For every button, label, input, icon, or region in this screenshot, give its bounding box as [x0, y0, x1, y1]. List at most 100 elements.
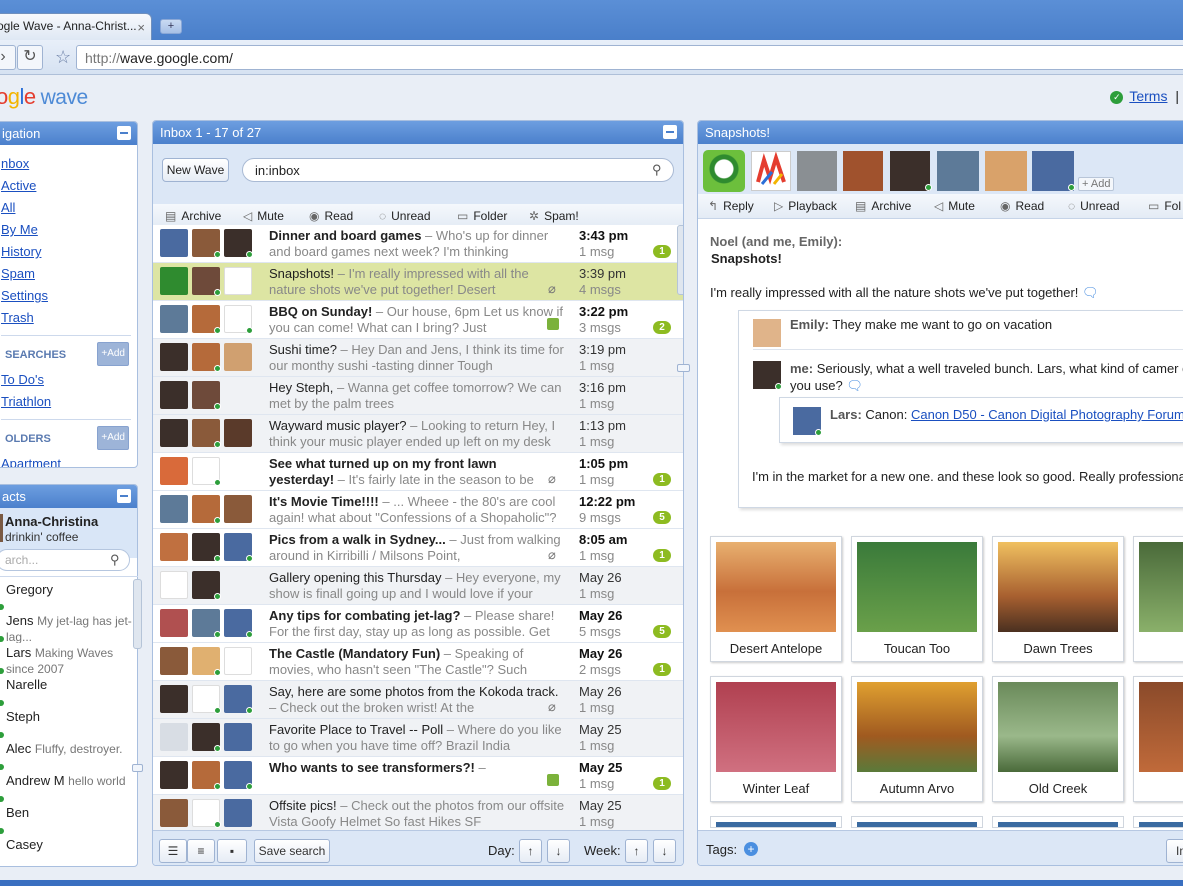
wave-list-item[interactable]: Snapshots! – I'm really impressed with a…	[153, 263, 683, 301]
participant-avatar[interactable]	[797, 151, 837, 191]
bookmark-star-icon[interactable]: ☆	[55, 47, 71, 68]
week-down-icon[interactable]: ↓	[653, 839, 676, 863]
add-folder-button[interactable]: +Add	[97, 426, 129, 450]
photo-thumbnail[interactable]: Old Creek	[992, 676, 1124, 802]
wave-list-item[interactable]: It's Movie Time!!!! – ... Wheee - the 80…	[153, 491, 683, 529]
wave-list-item[interactable]: Pics from a walk in Sydney... – Just fro…	[153, 529, 683, 567]
photo-thumbnail[interactable]: Toucan Too	[851, 536, 983, 662]
participant-avatar[interactable]	[985, 151, 1027, 191]
photo-thumbnail[interactable]	[992, 816, 1124, 828]
contact-item[interactable]: Steph	[6, 709, 40, 724]
google-wave-logo[interactable]: ogle wave	[0, 84, 88, 110]
panel-resize-handle[interactable]	[132, 764, 143, 772]
week-up-icon[interactable]: ↑	[625, 839, 648, 863]
reply-bubble-icon[interactable]: 🗨	[846, 378, 863, 393]
nav-history[interactable]: History	[1, 241, 137, 263]
search-todos[interactable]: To Do's	[1, 369, 137, 391]
wave-list-item[interactable]: Favorite Place to Travel -- Poll – Where…	[153, 719, 683, 757]
unread-button[interactable]: ◌ Unread	[379, 209, 431, 223]
preview-view-icon[interactable]: ▪	[217, 839, 247, 863]
wave-list-item[interactable]: Wayward music player? – Looking to retur…	[153, 415, 683, 453]
unread-button[interactable]: ◌ Unread	[1068, 199, 1120, 213]
read-button[interactable]: ◉ Read	[1000, 199, 1044, 213]
wave-list-item[interactable]: Dinner and board games – Who's up for di…	[153, 225, 683, 263]
day-down-icon[interactable]: ↓	[547, 839, 570, 863]
minimize-icon[interactable]	[117, 126, 131, 140]
photo-thumbnail[interactable]: W	[1133, 536, 1183, 662]
address-bar[interactable]: http://wave.google.com/	[76, 45, 1183, 70]
canon-forum-link[interactable]: Canon D50 - Canon Digital Photography Fo…	[911, 407, 1183, 422]
close-tab-icon[interactable]: ×	[137, 20, 145, 35]
photo-thumbnail[interactable]: Desert Antelope	[710, 536, 842, 662]
inbox-scrollbar[interactable]	[677, 225, 683, 295]
my-status[interactable]: drinkin' coffee	[5, 530, 137, 544]
photo-thumbnail[interactable]: D	[1133, 676, 1183, 802]
minimize-icon[interactable]	[663, 125, 677, 139]
mute-button[interactable]: ◁ Mute	[934, 199, 975, 213]
archive-button[interactable]: ▤ Archive	[165, 209, 221, 223]
reply-bubble-icon[interactable]: 🗨	[1082, 285, 1099, 300]
contact-item[interactable]: Alec Fluffy, destroyer.	[6, 741, 123, 756]
nav-settings[interactable]: Settings	[1, 285, 137, 307]
reply-button[interactable]: ↰ Reply	[708, 199, 754, 213]
photo-thumbnail[interactable]: Autumn Arvo	[851, 676, 983, 802]
nav-by-me[interactable]: By Me	[1, 219, 137, 241]
archive-button[interactable]: ▤ Archive	[855, 199, 911, 213]
folder-button[interactable]: ▭ Fol	[1148, 199, 1181, 213]
closing-text[interactable]: I'm in the market for a new one. and the…	[752, 469, 1183, 484]
compact-view-icon[interactable]: ≡	[187, 839, 215, 863]
folder-apartment[interactable]: Apartment	[1, 453, 137, 467]
wave-list-item[interactable]: Gallery opening this Thursday – Hey ever…	[153, 567, 683, 605]
nav-all[interactable]: All	[1, 197, 137, 219]
minimize-icon[interactable]	[117, 489, 131, 503]
photo-thumbnail[interactable]	[710, 816, 842, 828]
contacts-scrollbar[interactable]	[133, 579, 142, 649]
contact-item[interactable]: Gregory	[6, 582, 53, 597]
forward-icon[interactable]: ›	[0, 45, 16, 70]
nav-trash[interactable]: Trash	[1, 307, 137, 329]
wave-list-item[interactable]: See what turned up on my front lawn yest…	[153, 453, 683, 491]
photo-thumbnail[interactable]: Dawn Trees	[992, 536, 1124, 662]
new-tab-button[interactable]: +	[160, 19, 182, 34]
participant-avatar[interactable]	[751, 151, 791, 191]
panel-resize-handle[interactable]	[677, 364, 690, 372]
inbox-search-input[interactable]: in:inbox	[242, 158, 674, 182]
day-up-icon[interactable]: ↑	[519, 839, 542, 863]
photo-thumbnail[interactable]	[851, 816, 983, 828]
nav-spam[interactable]: Spam	[1, 263, 137, 285]
wave-robot-avatar[interactable]	[703, 150, 745, 192]
wave-list-item[interactable]: Hey Steph, – Wanna get coffee tomorrow? …	[153, 377, 683, 415]
contact-item[interactable]: Ben	[6, 805, 29, 820]
reply-lars[interactable]: Lars: Canon: Canon D50 - Canon Digital P…	[830, 407, 1183, 422]
reply-emily[interactable]: Emily: They make me want to go on vacati…	[790, 317, 1052, 332]
playback-button[interactable]: ▷ Playback	[774, 199, 837, 213]
list-view-icon[interactable]: ☰	[159, 839, 187, 863]
search-icon[interactable]: ⚲	[652, 162, 662, 178]
mute-button[interactable]: ◁ Mute	[243, 209, 284, 223]
terms-link[interactable]: Terms	[1129, 88, 1167, 104]
wave-list-item[interactable]: Sushi time? – Hey Dan and Jens, I think …	[153, 339, 683, 377]
spam-button[interactable]: ✲ Spam!	[529, 209, 579, 223]
add-participant-button[interactable]: + Add	[1078, 177, 1115, 191]
participant-avatar[interactable]	[843, 151, 883, 191]
photo-thumbnail[interactable]: Winter Leaf	[710, 676, 842, 802]
add-search-button[interactable]: +Add	[97, 342, 129, 366]
new-wave-button[interactable]: New Wave	[162, 158, 229, 182]
wave-list-item[interactable]: Say, here are some photos from the Kokod…	[153, 681, 683, 719]
save-search-button[interactable]: Save search	[254, 839, 330, 863]
contact-item[interactable]: Lars Making Waves since 2007	[6, 645, 134, 677]
wave-list-item[interactable]: The Castle (Mandatory Fun) – Speaking of…	[153, 643, 683, 681]
participant-avatar[interactable]	[937, 151, 979, 191]
contact-item[interactable]: Andrew M hello world	[6, 773, 126, 788]
folder-button[interactable]: ▭ Folder	[457, 209, 507, 223]
reload-icon[interactable]: ↻	[17, 45, 43, 70]
reply-me[interactable]: me: Seriously, what a well traveled bunc…	[790, 360, 1183, 394]
wave-list-item[interactable]: Who wants to see transformers?! – May 25 1…	[153, 757, 683, 795]
participant-avatar[interactable]	[890, 151, 930, 191]
read-button[interactable]: ◉ Read	[309, 209, 353, 223]
wave-list-item[interactable]: Any tips for combating jet-lag? – Please…	[153, 605, 683, 643]
wave-list-item[interactable]: Offsite pics! – Check out the photos fro…	[153, 795, 683, 831]
contact-item[interactable]: Casey	[6, 837, 43, 852]
contact-item[interactable]: Narelle	[6, 677, 47, 692]
contact-item[interactable]: Jens My jet-lag has jet-lag...	[6, 613, 134, 643]
